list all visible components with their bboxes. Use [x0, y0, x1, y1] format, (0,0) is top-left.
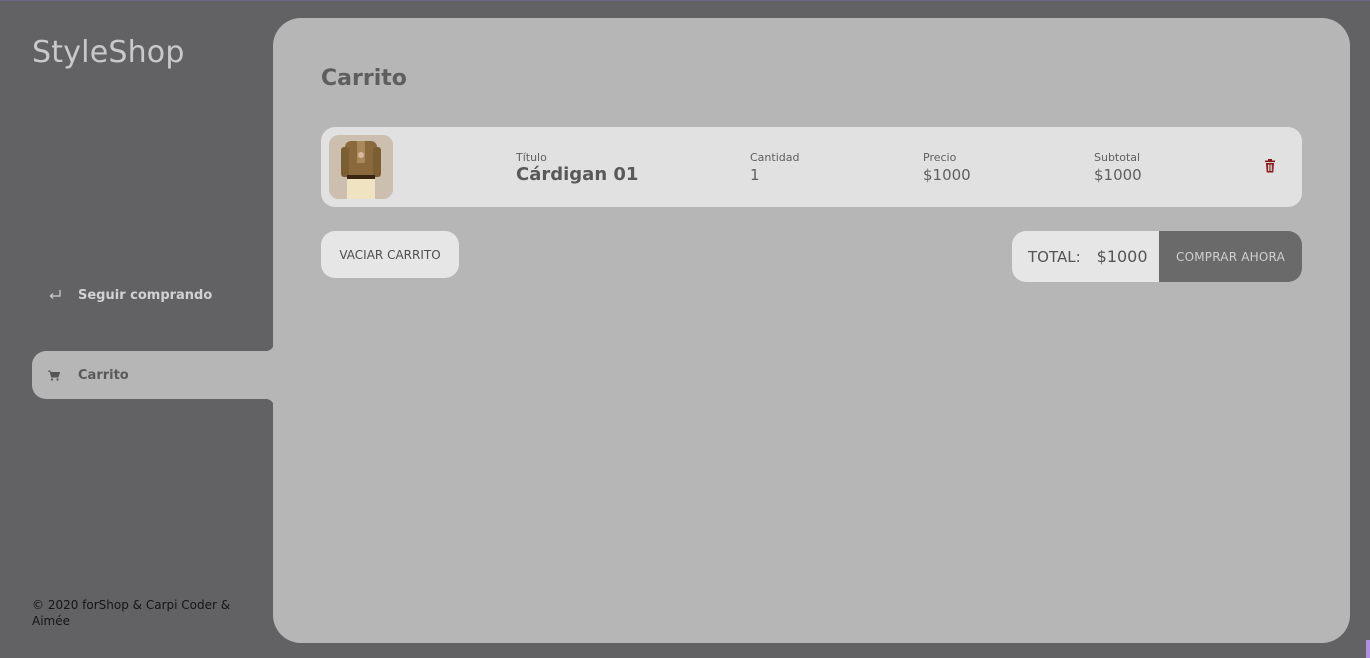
- nav-active-corner: [258, 399, 274, 415]
- sidebar-item-label: Carrito: [78, 367, 129, 383]
- item-title-col: Título Cárdigan 01: [516, 151, 638, 185]
- checkout-box: TOTAL: $1000 COMPRAR AHORA: [1012, 231, 1302, 282]
- trash-icon[interactable]: [1264, 158, 1278, 174]
- buy-now-button[interactable]: COMPRAR AHORA: [1159, 231, 1302, 282]
- item-price-col: Precio $1000: [923, 151, 971, 185]
- total-value: $1000: [1096, 247, 1148, 266]
- page-title: Carrito: [321, 66, 407, 91]
- subtotal-label: Subtotal: [1094, 151, 1141, 164]
- item-subtotal-col: Subtotal $1000: [1094, 151, 1142, 185]
- footer-copyright: © 2020 forShop & Carpi Coder & Aimée: [32, 598, 231, 628]
- nav-active-corner: [258, 335, 274, 351]
- sidebar-item-continue-shopping[interactable]: Seguir comprando: [32, 271, 274, 319]
- title-label: Título: [516, 151, 547, 164]
- item-subtotal: $1000: [1094, 166, 1142, 184]
- app-window: StyleShop Seguir comprando Carrito © 202…: [0, 0, 1370, 658]
- edge-accent: [1366, 640, 1370, 658]
- product-image: [329, 135, 393, 199]
- item-title: Cárdigan 01: [516, 164, 639, 185]
- sidebar-item-label: Seguir comprando: [78, 287, 213, 303]
- total-label: TOTAL:: [1028, 247, 1081, 266]
- brand-logo[interactable]: StyleShop: [32, 35, 185, 70]
- cart-icon: [48, 370, 78, 381]
- cart-item-row: Título Cárdigan 01 Cantidad 1 Precio $10…: [321, 127, 1302, 207]
- empty-cart-button[interactable]: VACIAR CARRITO: [321, 231, 459, 278]
- item-qty-col: Cantidad 1: [750, 151, 799, 185]
- main-panel: Carrito Título Cárdigan 01 Cantidad 1 Pr…: [273, 18, 1350, 643]
- return-arrow-icon: [48, 289, 78, 301]
- sidebar-item-cart[interactable]: Carrito: [32, 351, 274, 399]
- price-label: Precio: [923, 151, 957, 164]
- total-display: TOTAL: $1000: [1012, 231, 1159, 282]
- qty-label: Cantidad: [750, 151, 800, 164]
- item-price: $1000: [923, 166, 971, 184]
- item-qty: 1: [750, 166, 760, 184]
